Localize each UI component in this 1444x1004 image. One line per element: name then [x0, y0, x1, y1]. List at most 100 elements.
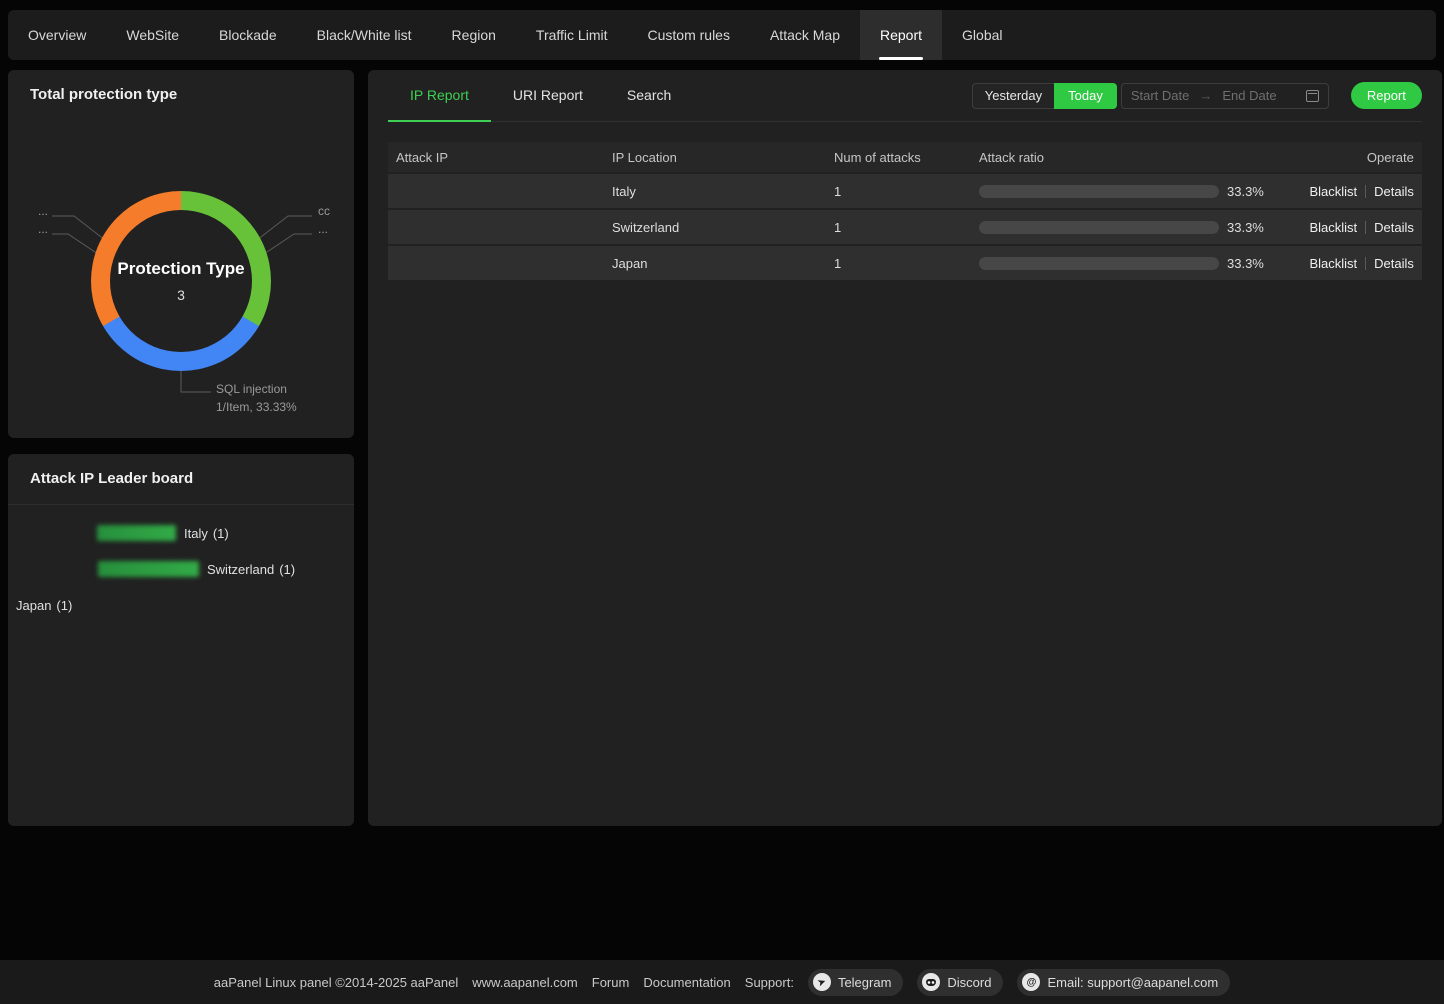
- protection-panel-title: Total protection type: [8, 70, 354, 120]
- operate-divider: [1365, 257, 1366, 270]
- donut-center: Protection Type 3: [110, 210, 252, 352]
- attack-ratio-label: 33.3%: [1227, 184, 1264, 199]
- donut-label-left-2: ...: [38, 220, 48, 238]
- donut-center-total: 3: [177, 287, 185, 303]
- details-link[interactable]: Details: [1374, 256, 1414, 271]
- num-attacks-cell: 1: [834, 220, 979, 235]
- blacklist-link[interactable]: Blacklist: [1309, 256, 1357, 271]
- operate-divider: [1365, 185, 1366, 198]
- footer-support-label: Support:: [745, 975, 794, 990]
- footer-documentation-link[interactable]: Documentation: [643, 975, 730, 990]
- footer: aaPanel Linux panel ©2014-2025 aaPanel w…: [0, 960, 1444, 1004]
- footer-forum-link[interactable]: Forum: [592, 975, 630, 990]
- email-button[interactable]: @ Email: support@aapanel.com: [1017, 969, 1230, 996]
- table-row: Switzerland 1 33.3% Blacklist Details: [388, 210, 1422, 244]
- leaderboard-bar-blurred-ip: [97, 525, 176, 541]
- leaderboard-count: (1): [279, 562, 295, 577]
- blacklist-link[interactable]: Blacklist: [1309, 220, 1357, 235]
- nav-item-blockade[interactable]: Blockade: [199, 10, 297, 60]
- donut-label-left-1: ...: [38, 202, 48, 220]
- leaderboard-bar-blurred-ip: [98, 561, 199, 577]
- leaderboard-row: Italy (1): [8, 525, 354, 541]
- num-attacks-cell: 1: [834, 256, 979, 271]
- ip-location-cell: Italy: [612, 184, 834, 199]
- discord-icon: [922, 973, 940, 991]
- nav-item-website[interactable]: WebSite: [106, 10, 199, 60]
- protection-donut-chart: Protection Type 3 ... ... cc ... SQL inj…: [8, 120, 354, 438]
- donut-label-right-2: ...: [318, 220, 328, 238]
- leaderboard-country: Switzerland: [207, 562, 274, 577]
- nav-item-black-white-list[interactable]: Black/White list: [297, 10, 432, 60]
- discord-label: Discord: [947, 975, 991, 990]
- leaderboard-row: Japan (1): [8, 597, 354, 613]
- attack-ratio-bar: [979, 185, 1219, 198]
- donut-label-cc: cc: [318, 202, 330, 220]
- nav-item-report[interactable]: Report: [860, 10, 942, 60]
- header-operate: Operate: [1264, 150, 1414, 165]
- header-attack-ratio: Attack ratio: [979, 150, 1264, 165]
- date-range-picker[interactable]: Start Date → End Date: [1121, 83, 1329, 109]
- telegram-icon: ➤: [813, 973, 831, 991]
- donut-label-sql-line1: SQL injection: [216, 380, 297, 398]
- telegram-label: Telegram: [838, 975, 891, 990]
- table-row: Japan 1 33.3% Blacklist Details: [388, 246, 1422, 280]
- attack-ratio-bar: [979, 221, 1219, 234]
- num-attacks-cell: 1: [834, 184, 979, 199]
- tab-search[interactable]: Search: [605, 70, 693, 122]
- discord-button[interactable]: Discord: [917, 969, 1003, 996]
- donut-center-title: Protection Type: [117, 259, 244, 279]
- leaderboard-count: (1): [56, 598, 72, 613]
- donut-label-sql-line2: 1/Item, 33.33%: [216, 398, 297, 416]
- telegram-button[interactable]: ➤ Telegram: [808, 969, 903, 996]
- protection-donut: Protection Type 3: [91, 191, 271, 371]
- leaderboard-country: Italy: [184, 526, 208, 541]
- report-tabs-row: IP Report URI Report Search Yesterday To…: [388, 70, 1422, 122]
- tab-uri-report[interactable]: URI Report: [491, 70, 605, 122]
- report-panel: IP Report URI Report Search Yesterday To…: [368, 70, 1442, 826]
- operate-divider: [1365, 221, 1366, 234]
- start-date-placeholder[interactable]: Start Date: [1131, 88, 1190, 103]
- attack-ratio-label: 33.3%: [1227, 220, 1264, 235]
- donut-label-sql-injection: SQL injection 1/Item, 33.33%: [216, 380, 297, 416]
- protection-type-panel: Total protection type Protection Type 3 …: [8, 70, 354, 438]
- end-date-placeholder[interactable]: End Date: [1222, 88, 1276, 103]
- attack-table: Attack IP IP Location Num of attacks Att…: [388, 142, 1422, 280]
- details-link[interactable]: Details: [1374, 184, 1414, 199]
- header-attack-ip: Attack IP: [396, 150, 612, 165]
- nav-item-custom-rules[interactable]: Custom rules: [628, 10, 750, 60]
- nav-item-traffic-limit[interactable]: Traffic Limit: [516, 10, 628, 60]
- email-label: Email: support@aapanel.com: [1047, 975, 1218, 990]
- nav-item-region[interactable]: Region: [432, 10, 516, 60]
- leaderboard-header: Attack IP Leader board: [8, 454, 354, 505]
- attack-ip-leaderboard-panel: Attack IP Leader board Italy (1) Switzer…: [8, 454, 354, 826]
- footer-website-link[interactable]: www.aapanel.com: [472, 975, 578, 990]
- attack-ratio-label: 33.3%: [1227, 256, 1264, 271]
- ip-location-cell: Switzerland: [612, 220, 834, 235]
- blacklist-link[interactable]: Blacklist: [1309, 184, 1357, 199]
- table-row: Italy 1 33.3% Blacklist Details: [388, 174, 1422, 208]
- tab-ip-report[interactable]: IP Report: [388, 70, 491, 122]
- calendar-icon: [1306, 90, 1319, 102]
- header-ip-location: IP Location: [612, 150, 834, 165]
- today-button[interactable]: Today: [1054, 83, 1117, 109]
- date-range-arrow-icon: →: [1199, 88, 1212, 103]
- leaderboard-count: (1): [213, 526, 229, 541]
- details-link[interactable]: Details: [1374, 220, 1414, 235]
- footer-copyright: aaPanel Linux panel ©2014-2025 aaPanel: [214, 975, 459, 990]
- leaderboard-row: Switzerland (1): [8, 561, 354, 577]
- header-num-attacks: Num of attacks: [834, 150, 979, 165]
- attack-table-header: Attack IP IP Location Num of attacks Att…: [388, 142, 1422, 172]
- report-controls: Yesterday Today Start Date → End Date Re…: [972, 82, 1422, 109]
- nav-item-attack-map[interactable]: Attack Map: [750, 10, 860, 60]
- report-export-button[interactable]: Report: [1351, 82, 1422, 109]
- yesterday-button[interactable]: Yesterday: [972, 83, 1054, 109]
- ip-location-cell: Japan: [612, 256, 834, 271]
- leaderboard-title: Attack IP Leader board: [8, 454, 354, 504]
- nav-item-global[interactable]: Global: [942, 10, 1022, 60]
- sidebar: Total protection type Protection Type 3 …: [8, 70, 354, 826]
- leaderboard-country: Japan: [16, 598, 51, 613]
- email-icon: @: [1022, 973, 1040, 991]
- top-nav: Overview WebSite Blockade Black/White li…: [8, 10, 1436, 60]
- nav-item-overview[interactable]: Overview: [8, 10, 106, 60]
- attack-ratio-bar: [979, 257, 1219, 270]
